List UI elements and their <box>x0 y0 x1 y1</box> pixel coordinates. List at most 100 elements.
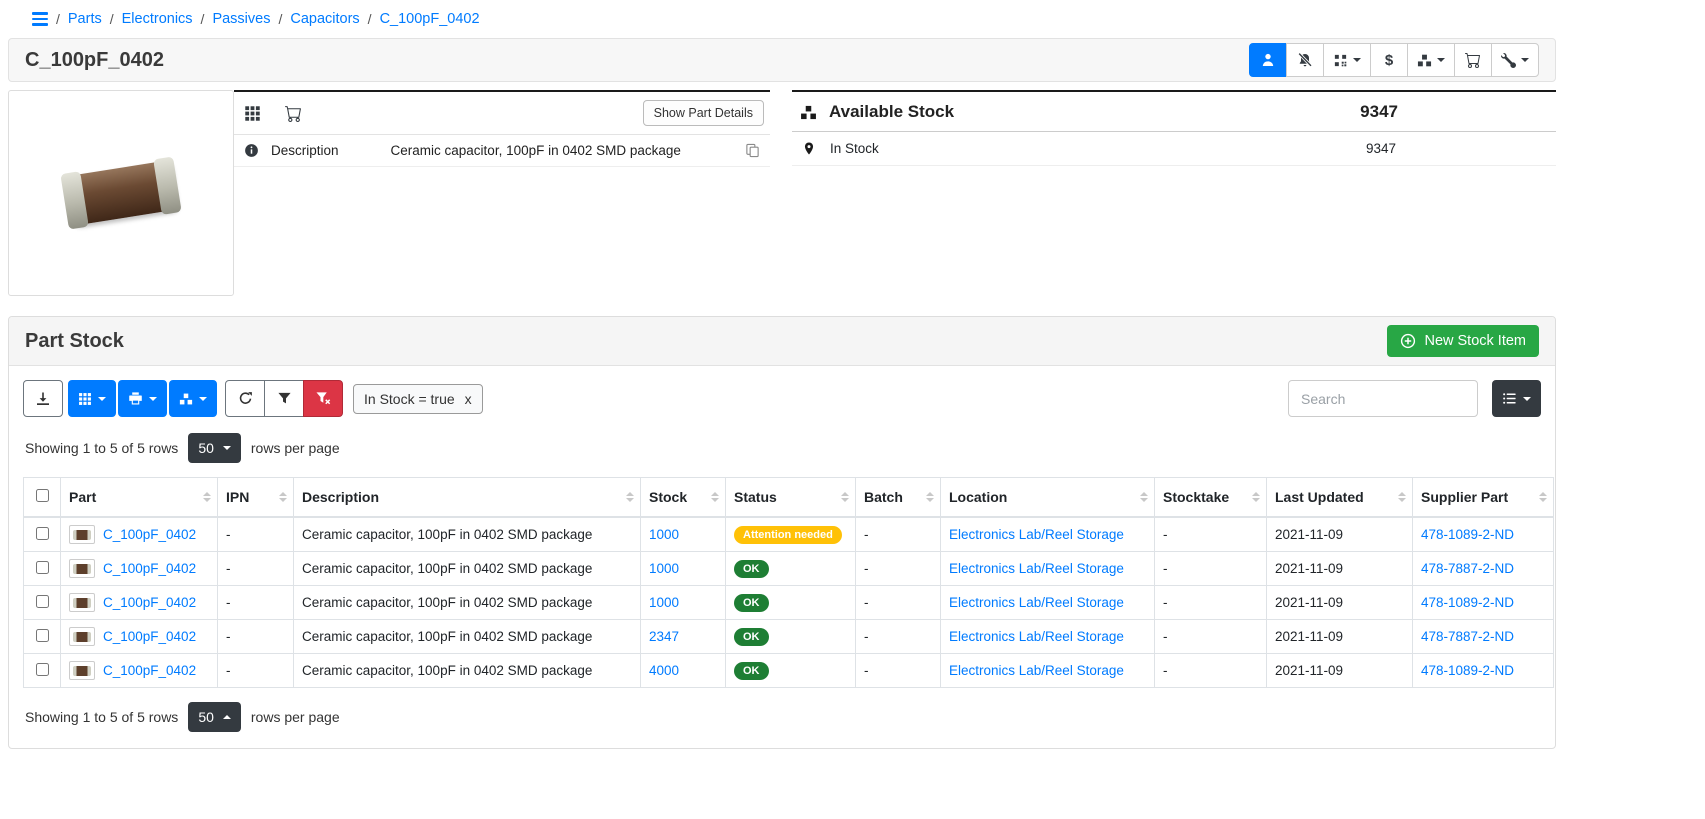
column-header-supplier-part[interactable]: Supplier Part <box>1413 478 1554 518</box>
list-icon <box>1502 391 1517 406</box>
batch-cell: - <box>856 517 941 552</box>
location-link[interactable]: Electronics Lab/Reel Storage <box>949 561 1124 576</box>
part-stock-body: In Stock = true x Showing 1 to 5 of 5 ro… <box>9 366 1555 748</box>
breadcrumb-separator: / <box>110 11 114 27</box>
breadcrumb-link[interactable]: Passives <box>212 11 270 27</box>
part-image-panel[interactable] <box>8 90 234 296</box>
page-size-dropdown[interactable]: 50 <box>188 702 241 732</box>
part-details-header: Show Part Details <box>234 92 770 135</box>
supplier-part-link[interactable]: 478-7887-2-ND <box>1421 629 1514 644</box>
filter-remove-icon <box>316 391 331 406</box>
stock-link[interactable]: 2347 <box>649 629 679 644</box>
location-link[interactable]: Electronics Lab/Reel Storage <box>949 527 1124 542</box>
stocktake-cell: - <box>1155 517 1267 552</box>
last-updated-cell: 2021-11-09 <box>1267 517 1413 552</box>
wrench-icon <box>1501 53 1516 68</box>
breadcrumb-link[interactable]: Capacitors <box>290 11 359 27</box>
ipn-cell: - <box>218 654 294 688</box>
page-size-value: 50 <box>198 440 214 456</box>
caret-down-icon <box>1521 58 1529 62</box>
row-checkbox[interactable] <box>36 629 49 642</box>
part-thumbnail <box>69 593 95 612</box>
row-checkbox[interactable] <box>36 663 49 676</box>
download-button[interactable] <box>23 380 63 417</box>
qrcode-icon <box>1333 53 1348 68</box>
select-all-header <box>24 478 61 518</box>
column-header-last-updated[interactable]: Last Updated <box>1267 478 1413 518</box>
row-checkbox[interactable] <box>36 561 49 574</box>
stocktake-cell: - <box>1155 620 1267 654</box>
order-part-button[interactable] <box>1454 43 1492 77</box>
column-header-status[interactable]: Status <box>726 478 856 518</box>
caret-down-icon <box>149 397 157 401</box>
part-stock-header: Part Stock New Stock Item <box>9 317 1555 366</box>
location-link[interactable]: Electronics Lab/Reel Storage <box>949 629 1124 644</box>
supplier-part-link[interactable]: 478-1089-2-ND <box>1421 527 1514 542</box>
show-part-details-button[interactable]: Show Part Details <box>643 100 764 126</box>
caret-down-icon <box>1523 397 1531 401</box>
subscribe-button[interactable] <box>1249 43 1287 77</box>
boxes-icon <box>179 392 193 406</box>
column-header-stocktake[interactable]: Stocktake <box>1155 478 1267 518</box>
column-header-ipn[interactable]: IPN <box>218 478 294 518</box>
filter-button[interactable] <box>264 380 304 417</box>
stock-link[interactable]: 1000 <box>649 595 679 610</box>
part-actions-dropdown[interactable] <box>1491 43 1539 77</box>
dollar-icon: $ <box>1385 52 1393 69</box>
breadcrumb-link[interactable]: Electronics <box>122 11 193 27</box>
supplier-part-link[interactable]: 478-1089-2-ND <box>1421 663 1514 678</box>
page-size-value: 50 <box>198 709 214 725</box>
refresh-button[interactable] <box>225 380 265 417</box>
breadcrumb-link[interactable]: C_100pF_0402 <box>380 11 480 27</box>
print-dropdown[interactable] <box>118 380 167 417</box>
part-link[interactable]: C_100pF_0402 <box>103 629 196 644</box>
supplier-part-link[interactable]: 478-7887-2-ND <box>1421 561 1514 576</box>
clear-filters-button[interactable] <box>303 380 343 417</box>
sort-icon <box>279 492 287 502</box>
stock-actions-dropdown[interactable] <box>1407 43 1455 77</box>
columns-dropdown[interactable] <box>68 380 116 417</box>
row-checkbox[interactable] <box>36 595 49 608</box>
part-cell: C_100pF_0402 <box>61 517 218 552</box>
column-header-description[interactable]: Description <box>294 478 641 518</box>
part-link[interactable]: C_100pF_0402 <box>103 595 196 610</box>
stock-link[interactable]: 1000 <box>649 527 679 542</box>
active-filter-chip: In Stock = true x <box>353 384 483 414</box>
view-mode-dropdown[interactable] <box>1492 380 1541 417</box>
row-checkbox[interactable] <box>36 527 49 540</box>
part-link[interactable]: C_100pF_0402 <box>103 527 196 542</box>
caret-down-icon <box>199 397 207 401</box>
menu-icon[interactable] <box>32 12 48 26</box>
column-header-batch[interactable]: Batch <box>856 478 941 518</box>
column-header-stock[interactable]: Stock <box>641 478 726 518</box>
column-header-part[interactable]: Part <box>61 478 218 518</box>
new-stock-item-button[interactable]: New Stock Item <box>1387 325 1539 357</box>
remove-filter-icon[interactable]: x <box>465 391 472 407</box>
column-header-location[interactable]: Location <box>941 478 1155 518</box>
part-link[interactable]: C_100pF_0402 <box>103 663 196 678</box>
status-cell: Attention needed <box>726 517 856 552</box>
ipn-cell: - <box>218 552 294 586</box>
status-cell: OK <box>726 552 856 586</box>
stock-table-row: C_100pF_0402 - Ceramic capacitor, 100pF … <box>24 620 1554 654</box>
page-size-dropdown[interactable]: 50 <box>188 433 241 463</box>
notifications-off-button[interactable] <box>1286 43 1324 77</box>
search-input[interactable] <box>1288 380 1478 417</box>
description-label: Description <box>271 143 339 158</box>
part-link[interactable]: C_100pF_0402 <box>103 561 196 576</box>
filter-icon <box>277 391 292 406</box>
stock-link[interactable]: 4000 <box>649 663 679 678</box>
copy-icon[interactable] <box>745 143 760 158</box>
stock-cell: 2347 <box>641 620 726 654</box>
stock-link[interactable]: 1000 <box>649 561 679 576</box>
breadcrumb-link[interactable]: Parts <box>68 11 102 27</box>
stock-options-dropdown[interactable] <box>169 380 217 417</box>
location-link[interactable]: Electronics Lab/Reel Storage <box>949 595 1124 610</box>
select-all-checkbox[interactable] <box>36 489 49 502</box>
rows-per-page-text: rows per page <box>251 709 340 725</box>
location-link[interactable]: Electronics Lab/Reel Storage <box>949 663 1124 678</box>
part-details-panel: Show Part Details Description Ceramic ca… <box>234 90 770 296</box>
barcode-actions-dropdown[interactable] <box>1323 43 1371 77</box>
pricing-button[interactable]: $ <box>1370 43 1408 77</box>
supplier-part-link[interactable]: 478-1089-2-ND <box>1421 595 1514 610</box>
